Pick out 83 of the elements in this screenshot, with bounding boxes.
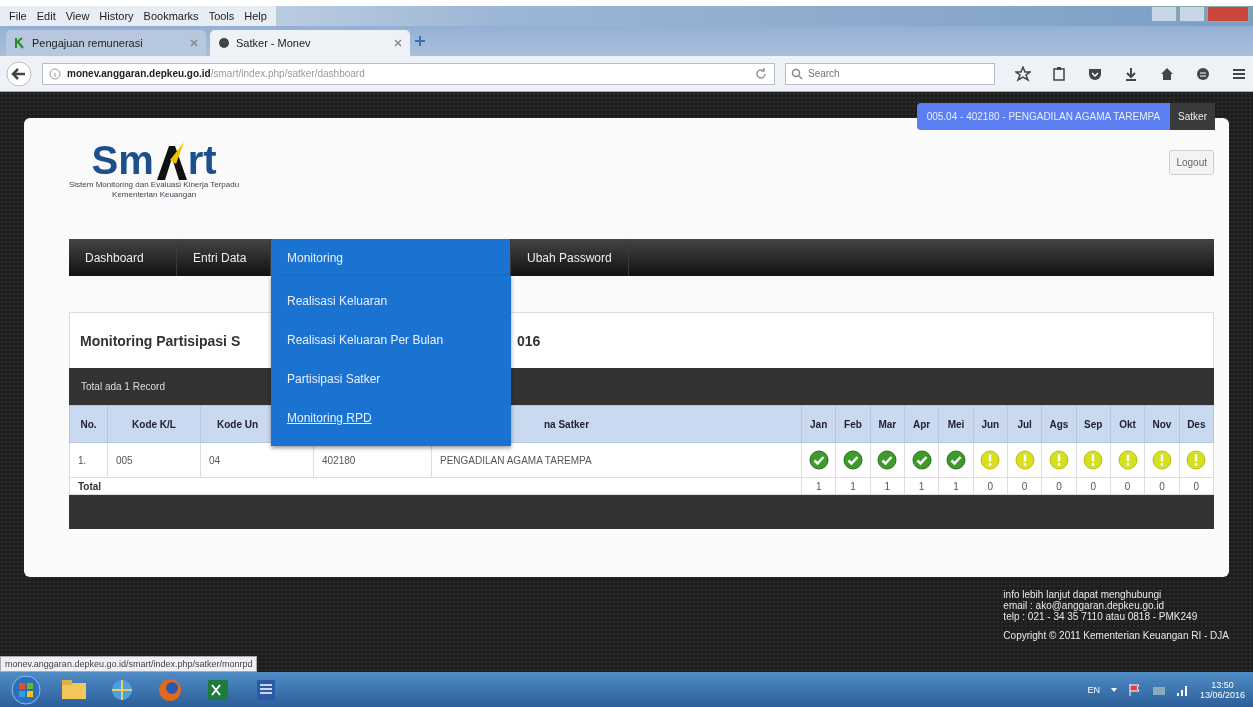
search-icon xyxy=(791,67,803,80)
table-cell: 1 xyxy=(835,477,871,495)
menu-item[interactable]: View xyxy=(60,10,95,22)
column-header: Kode K/L xyxy=(107,405,201,443)
home-icon[interactable] xyxy=(1159,65,1175,82)
browser-tab[interactable]: Satker - Monev xyxy=(210,30,410,56)
column-header: Mei xyxy=(938,405,974,443)
url-text: monev.anggaran.depkeu.go.id/smart/index.php/satker/dashboard xyxy=(67,68,366,79)
table-cell: 0 xyxy=(1144,477,1180,495)
table-cell: 0 xyxy=(1110,477,1145,495)
nav-item[interactable]: Monitoring xyxy=(271,239,511,276)
table-cell: PENGADILAN AGAMA TAREMPA xyxy=(431,442,802,478)
flag-icon[interactable] xyxy=(1127,682,1142,697)
close-icon xyxy=(394,39,402,47)
table-cell: 1 xyxy=(870,477,905,495)
dropdown-item[interactable]: Partisipasi Satker xyxy=(271,364,511,403)
table-cell: 1. xyxy=(69,442,108,478)
table-cell: 0 xyxy=(1007,477,1042,495)
search-field[interactable]: Search xyxy=(785,62,995,85)
menu-item[interactable]: Bookmarks xyxy=(138,10,204,22)
dropdown-item[interactable]: Realisasi Keluaran Per Bulan xyxy=(271,325,511,364)
contact-text: info lebih lanjut dapat menghubungi xyxy=(1003,589,1162,600)
tray-arrow-icon[interactable] xyxy=(1109,685,1118,694)
column-header: Ags xyxy=(1041,405,1077,443)
start-orb-icon[interactable] xyxy=(8,673,44,706)
logo-text: rt xyxy=(187,140,217,180)
contact-text: telp : 021 - 34 35 7110 atau 0818 - PMK249 xyxy=(1003,611,1199,622)
menu-item[interactable]: Help xyxy=(239,10,272,22)
menu-item[interactable]: History xyxy=(94,10,139,22)
panel-title: 016 xyxy=(517,332,541,349)
panel-title: Monitoring Partisipasi S xyxy=(80,332,241,349)
letter-k-icon xyxy=(14,37,26,49)
download-icon[interactable] xyxy=(1123,65,1139,82)
column-header: Mar xyxy=(870,405,905,443)
table-cell: 0 xyxy=(1179,477,1214,495)
column-header: Okt xyxy=(1110,405,1145,443)
close-icon xyxy=(190,39,198,47)
clock[interactable]: 13:50 13/06/2016 xyxy=(1199,679,1245,700)
table-cell: 0 xyxy=(973,477,1008,495)
column-header: Jan xyxy=(801,405,836,443)
browser-tab[interactable]: Pengajuan remunerasi xyxy=(6,30,206,56)
column-header: Apr xyxy=(904,405,939,443)
reload-icon[interactable] xyxy=(754,66,768,81)
chat-icon[interactable] xyxy=(1195,65,1211,82)
logo-tagline: Sistem Monitoring dan Evaluasi Kinerja Terpadu xyxy=(69,180,240,190)
record-count: Total ada 1 Record xyxy=(81,381,165,392)
plus-icon[interactable] xyxy=(414,35,426,47)
nav-item[interactable]: Ubah Password xyxy=(511,239,629,276)
column-header: Sep xyxy=(1076,405,1111,443)
info-icon xyxy=(49,67,61,80)
dropdown-item[interactable]: Realisasi Keluaran xyxy=(271,286,511,325)
clock-date: 13/06/2016 xyxy=(1199,689,1245,700)
status-url: monev.anggaran.depkeu.go.id/smart/index.php/satker/monrpd xyxy=(0,656,258,672)
column-header: No. xyxy=(69,405,108,443)
clipboard-icon[interactable] xyxy=(1051,65,1067,82)
logo-org: Kementerian Keuangan xyxy=(112,190,197,200)
table-cell: 1 xyxy=(938,477,974,495)
copyright-text: Copyright © 2011 Kementerian Keuangan RI - DJA xyxy=(1003,630,1229,641)
star-icon[interactable] xyxy=(1015,65,1031,82)
emblem-icon xyxy=(218,37,230,49)
menu-item[interactable]: Tools xyxy=(203,10,240,22)
column-header: Jul xyxy=(1007,405,1042,443)
user-label: 005.04 - 402180 - PENGADILAN AGAMA TAREMPA xyxy=(916,103,1171,130)
address-field[interactable]: monev.anggaran.depkeu.go.id/smart/index.php/satker/dashboard xyxy=(42,62,775,85)
logout-button[interactable]: Logout xyxy=(1169,150,1214,175)
nav-item[interactable]: Dashboard xyxy=(69,239,177,276)
table-cell: 1 xyxy=(801,477,836,495)
role-label: Satker xyxy=(1170,103,1215,130)
column-header: Nov xyxy=(1144,405,1180,443)
logo-text: Sm xyxy=(91,140,154,180)
table-cell: Total xyxy=(69,477,802,495)
clock-time: 13:50 xyxy=(1211,679,1234,690)
menu-item[interactable]: Edit xyxy=(31,10,61,22)
menu-item[interactable]: File xyxy=(4,10,32,22)
column-header: Jun xyxy=(973,405,1008,443)
table-cell: 1 xyxy=(904,477,939,495)
column-header: Feb xyxy=(835,405,871,443)
contact-text: email : ako@anggaran.depkeu.go.id xyxy=(1003,600,1165,611)
column-header: Des xyxy=(1179,405,1214,443)
table-cell: 0 xyxy=(1041,477,1077,495)
table-cell: 0 xyxy=(1076,477,1111,495)
table-cell: 005 xyxy=(107,442,201,478)
language-indicator[interactable]: EN xyxy=(1087,684,1100,695)
